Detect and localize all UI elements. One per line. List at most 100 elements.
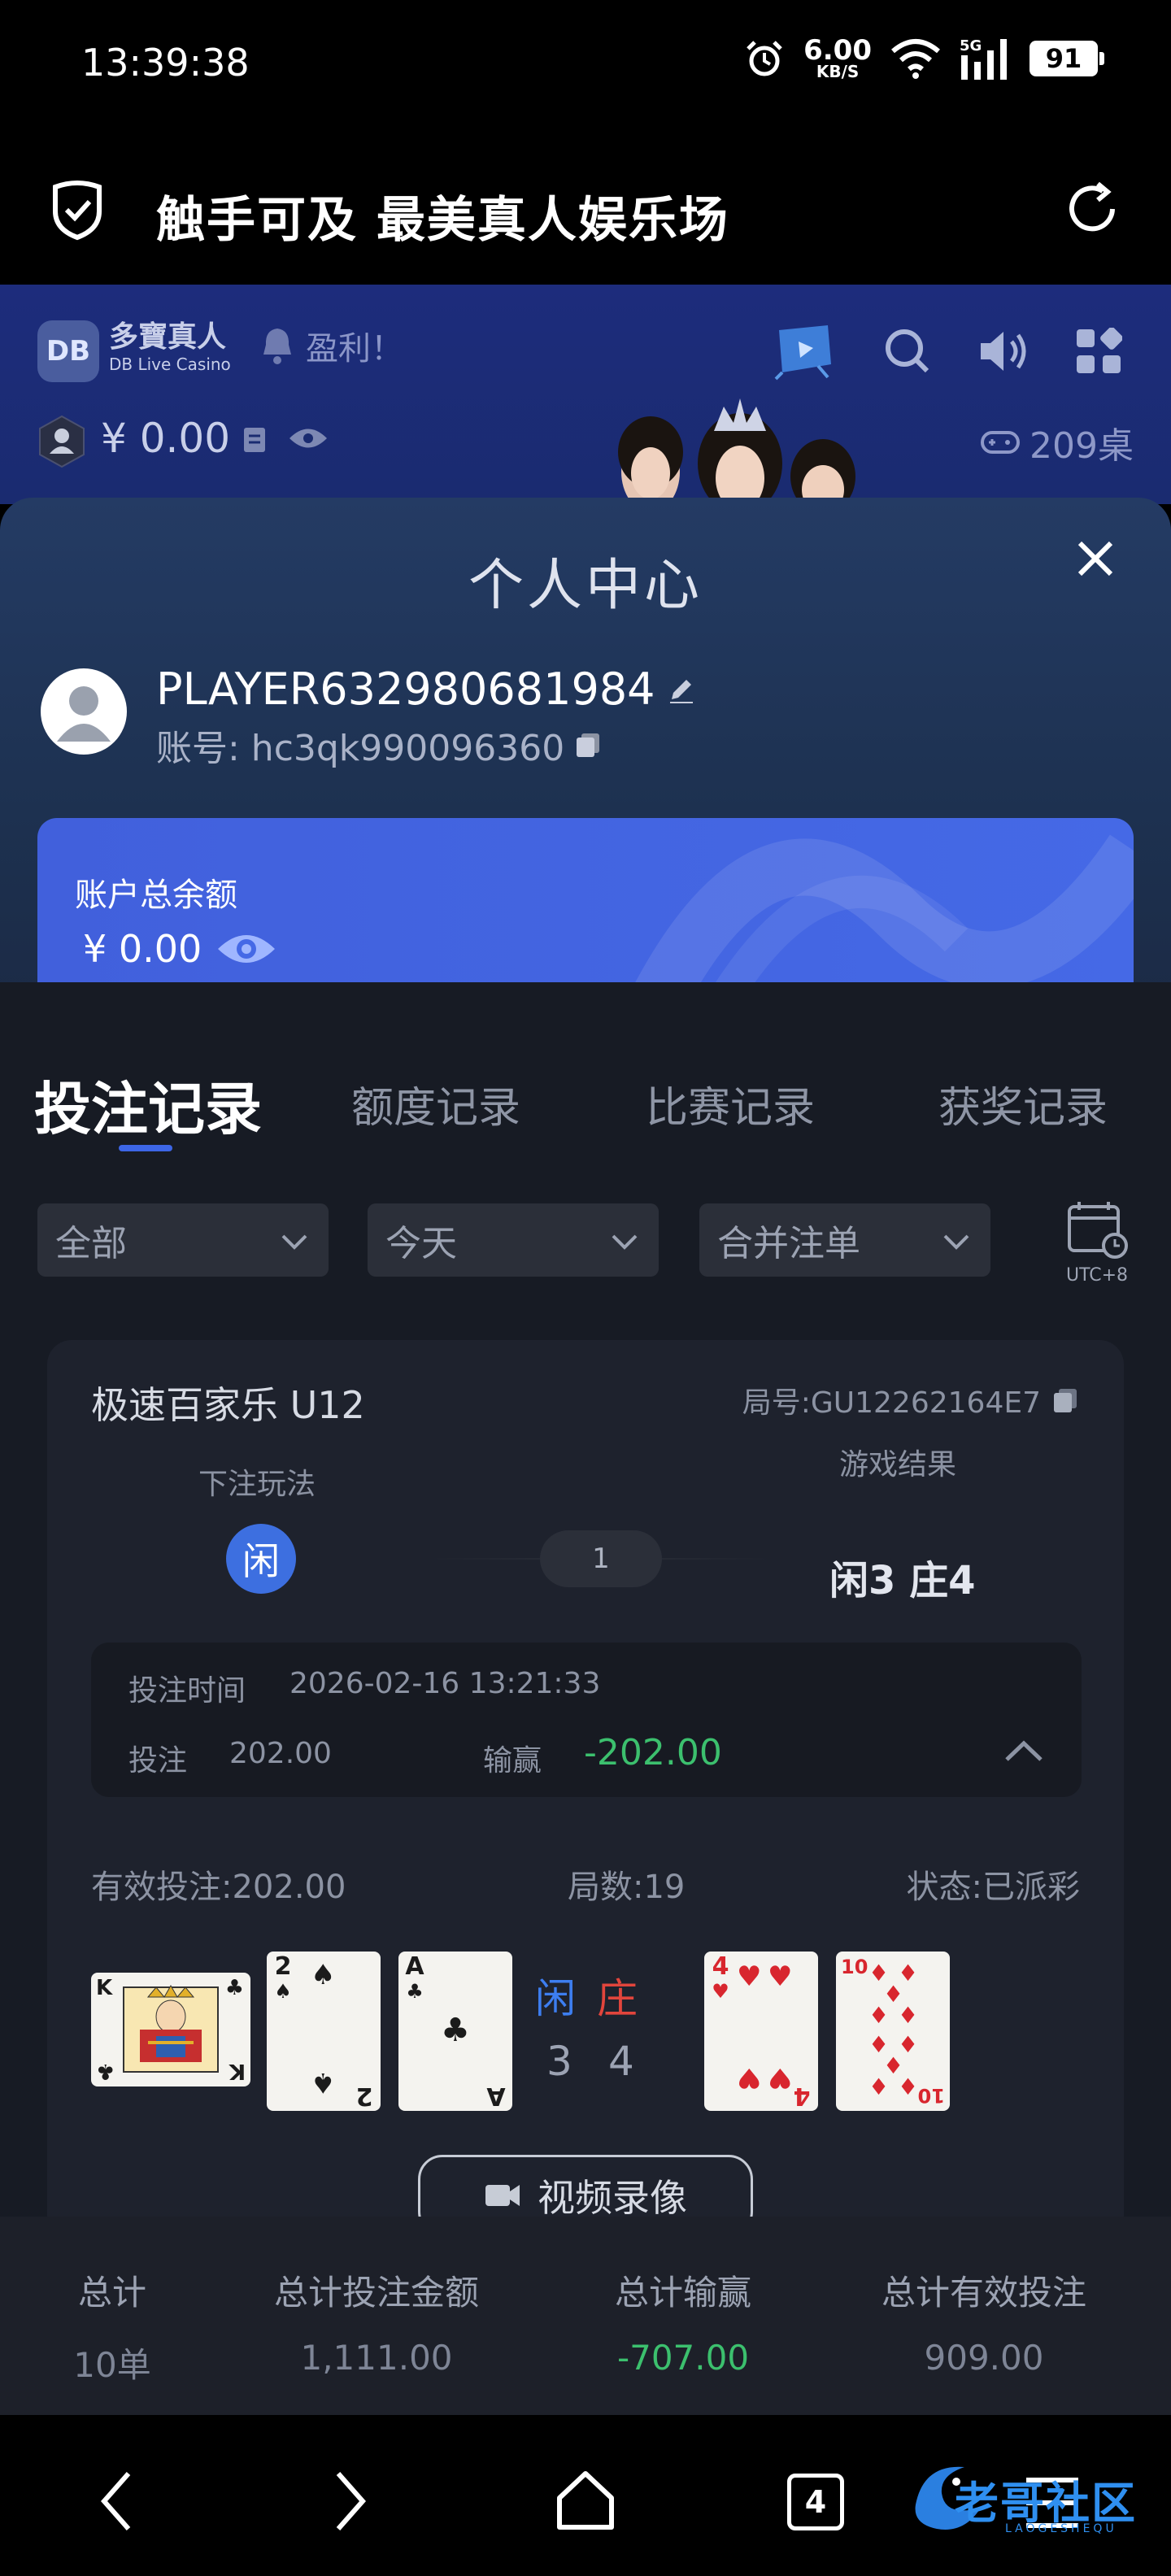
banker-card-2: 10 ♦ ♦ ♦ ♦ ♦ ♦ ♦ ♦ ♦ ♦ 10 bbox=[836, 1952, 950, 2111]
banker-card-1: 4 ♥ ♥ ♥ ♥ ♥ 4 bbox=[704, 1952, 818, 2111]
banker-score: 4 bbox=[608, 2038, 634, 2085]
type-filter[interactable]: 全部 bbox=[37, 1203, 329, 1277]
close-icon[interactable] bbox=[1077, 540, 1114, 577]
round-number: 局号:GU12262164E7 bbox=[742, 1379, 1078, 1421]
active-tab-indicator bbox=[119, 1145, 172, 1151]
player-score: 3 bbox=[546, 2038, 572, 2085]
video-camera-icon bbox=[485, 2185, 520, 2206]
bet-play-label: 下注玩法 bbox=[198, 1468, 316, 1501]
winloss-label: 输赢 bbox=[483, 1744, 542, 1778]
game-result: 闲3 庄4 bbox=[829, 1558, 976, 1603]
king-face-art bbox=[123, 1984, 219, 2073]
tab-bet-records[interactable]: 投注记录 bbox=[34, 1064, 262, 1146]
chevron-down-icon bbox=[943, 1234, 969, 1250]
tab-credit-records[interactable]: 额度记录 bbox=[351, 1073, 520, 1134]
player-name: PLAYER632980681984 bbox=[156, 664, 696, 715]
bet-choice-badge: 闲 bbox=[226, 1524, 296, 1594]
search-icon[interactable] bbox=[883, 327, 932, 376]
bet-time-label: 投注时间 bbox=[128, 1674, 246, 1708]
summary-winloss: 总计输赢 -707.00 bbox=[614, 2273, 751, 2378]
battery-indicator: 91 bbox=[1030, 41, 1104, 76]
merge-filter[interactable]: 合并注单 bbox=[699, 1203, 990, 1277]
person-icon bbox=[57, 686, 111, 742]
brand-name: 多寶真人 DB Live Casino bbox=[109, 320, 231, 374]
balance-amount: ¥ 0.00 bbox=[83, 927, 276, 971]
bell-icon bbox=[263, 329, 291, 364]
status-bar: 13:39:38 6.00 KB/S 5G 91 bbox=[0, 0, 1171, 130]
account-id: 账号: hc3qk990096360 bbox=[156, 719, 602, 771]
round-count: 局数:19 bbox=[568, 1869, 686, 1906]
browser-top-bar: 触手可及 最美真人娱乐场 bbox=[0, 130, 1171, 285]
copy-icon[interactable] bbox=[1052, 1387, 1078, 1413]
grid-menu-icon[interactable] bbox=[1075, 328, 1122, 375]
header-balance: ¥ 0.00 bbox=[101, 415, 231, 462]
date-filter[interactable]: 今天 bbox=[368, 1203, 659, 1277]
bet-time-value: 2026-02-16 13:21:33 bbox=[289, 1667, 601, 1700]
eye-icon[interactable] bbox=[216, 929, 276, 968]
winloss-value: -202.00 bbox=[584, 1732, 722, 1773]
clock: 13:39:38 bbox=[81, 41, 250, 85]
chevron-up-icon[interactable] bbox=[1003, 1738, 1044, 1763]
summary-bet-amount: 总计投注金额 1,111.00 bbox=[273, 2273, 479, 2378]
copy-icon[interactable] bbox=[574, 731, 602, 759]
chevron-down-icon bbox=[612, 1234, 638, 1250]
balance-label: 账户总余额 bbox=[75, 877, 237, 914]
valid-bet: 有效投注:202.00 bbox=[91, 1869, 346, 1906]
tabs-button[interactable]: 4 bbox=[787, 2474, 844, 2530]
profile-avatar[interactable] bbox=[41, 668, 127, 755]
wifi-icon bbox=[891, 39, 940, 79]
bet-record-card: 极速百家乐 U12 局号:GU12262164E7 下注玩法 游戏结果 闲 1 … bbox=[47, 1340, 1124, 2291]
bet-count: 1 bbox=[540, 1530, 662, 1587]
timezone-calendar[interactable]: UTC+8 bbox=[1060, 1199, 1134, 1286]
player-side-label: 闲 bbox=[535, 1975, 576, 2022]
tab-match-records[interactable]: 比赛记录 bbox=[646, 1073, 815, 1134]
alarm-icon bbox=[747, 41, 782, 76]
table-count: 209桌 bbox=[981, 416, 1134, 468]
hostess-image bbox=[618, 398, 855, 504]
payout-status: 状态:已派彩 bbox=[906, 1869, 1080, 1906]
home-icon[interactable] bbox=[553, 2469, 618, 2534]
live-tv-icon[interactable] bbox=[771, 320, 838, 382]
eye-icon[interactable] bbox=[288, 426, 329, 450]
wallet-icon[interactable] bbox=[242, 426, 267, 454]
back-icon[interactable] bbox=[93, 2469, 141, 2534]
summary-valid-bet: 总计有效投注 909.00 bbox=[881, 2273, 1086, 2378]
gamepad-icon bbox=[981, 431, 1021, 454]
summary-bar: 总计 10单 总计投注金额 1,111.00 总计输赢 -707.00 总计有效… bbox=[0, 2217, 1171, 2415]
refresh-icon[interactable] bbox=[1062, 179, 1122, 239]
card-results: K ♣ ♣ K 2 ♠ ♠ ♠ 2 A ♣ ♣ A 闲 庄 3 4 4 ♥ ♥ … bbox=[91, 1952, 1082, 2114]
net-speed: 6.00 KB/S bbox=[803, 34, 872, 81]
tab-prize-records[interactable]: 获奖记录 bbox=[938, 1073, 1108, 1134]
shield-check-icon[interactable] bbox=[49, 179, 106, 241]
volume-icon[interactable] bbox=[977, 329, 1030, 374]
balance-card: 账户总余额 ¥ 0.00 bbox=[37, 818, 1134, 1005]
result-label: 游戏结果 bbox=[839, 1448, 957, 1482]
player-card-1: K ♣ ♣ K bbox=[91, 1973, 250, 2086]
summary-total: 总计 10单 bbox=[73, 2273, 151, 2385]
forward-icon[interactable] bbox=[325, 2469, 374, 2534]
balance-actions bbox=[242, 426, 329, 454]
casino-header: DB 多寶真人 DB Live Casino 盈利！ ¥ 0.00 209桌 bbox=[0, 285, 1171, 504]
sheet-title: 个人中心 bbox=[468, 554, 703, 618]
stake-value: 202.00 bbox=[229, 1737, 332, 1770]
page-title: 触手可及 最美真人娱乐场 bbox=[156, 192, 729, 249]
player-card-2: 2 ♠ ♠ ♠ 2 bbox=[267, 1952, 381, 2111]
brand-logo: DB bbox=[37, 320, 99, 382]
status-icons: 6.00 KB/S 5G 91 bbox=[743, 34, 1104, 81]
bet-detail-box: 投注时间 2026-02-16 13:21:33 投注 202.00 输赢 -2… bbox=[91, 1643, 1082, 1797]
header-actions bbox=[771, 320, 1122, 382]
game-name: 极速百家乐 U12 bbox=[91, 1383, 365, 1427]
user-avatar-icon[interactable] bbox=[37, 415, 86, 468]
watermark-logo: 老哥社区 LAOGESHEQU bbox=[908, 2456, 1160, 2545]
record-tabs: 投注记录 额度记录 比赛记录 获奖记录 bbox=[0, 982, 1171, 1151]
signal-icon: 5G bbox=[960, 37, 1012, 80]
records-panel: 投注记录 额度记录 比赛记录 获奖记录 全部 今天 合并注单 UTC+8 极速百… bbox=[0, 982, 1171, 2291]
edit-icon[interactable] bbox=[667, 675, 696, 704]
player-card-3: A ♣ ♣ A bbox=[398, 1952, 512, 2111]
calendar-clock-icon bbox=[1068, 1202, 1128, 1259]
stake-label: 投注 bbox=[128, 1744, 188, 1778]
chevron-down-icon bbox=[281, 1234, 307, 1250]
banker-side-label: 庄 bbox=[597, 1975, 638, 2022]
browser-nav-bar: 4 老哥社区 LAOGESHEQU bbox=[0, 2415, 1171, 2576]
profit-ticker: 盈利！ bbox=[306, 330, 403, 368]
